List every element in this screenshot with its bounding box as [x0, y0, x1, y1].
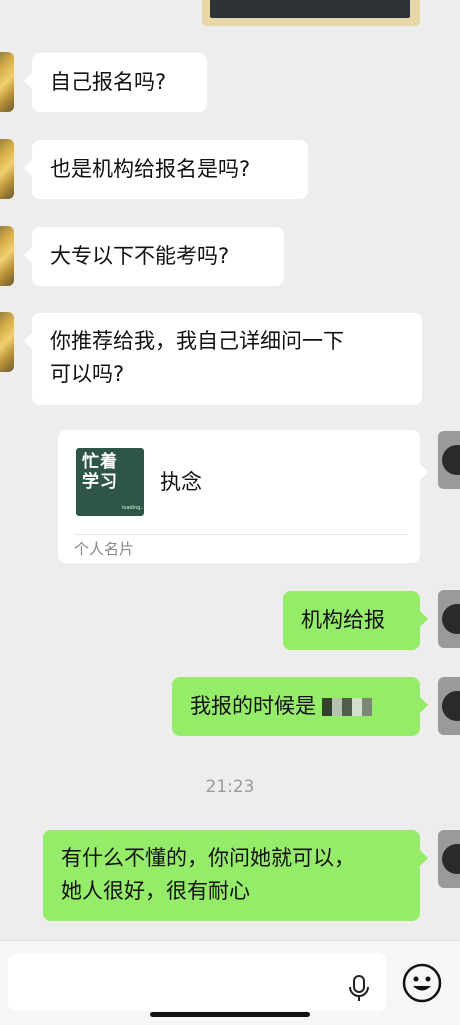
card-divider — [74, 534, 408, 535]
sent-message[interactable]: 我报的时候是 — [172, 677, 428, 736]
card-thumbnail-text: 忙着学习 — [82, 452, 118, 492]
contact-avatar[interactable] — [0, 52, 14, 112]
message-text: 可以吗? — [50, 362, 125, 386]
message-text: 自己报名吗? — [50, 70, 167, 94]
message-text: 机构给报 — [301, 608, 385, 632]
received-message[interactable]: 自己报名吗? — [24, 53, 207, 112]
message-text: 也是机构给报名是吗? — [50, 157, 251, 181]
contact-card[interactable]: 忙着学习 loading... 执念 个人名片 — [58, 430, 428, 563]
input-bar — [0, 940, 460, 1025]
received-message[interactable]: 你推荐给我，我自己详细问一下 可以吗? — [24, 313, 422, 405]
card-thumbnail-caption: loading... — [122, 505, 146, 511]
message-text: 我报的时候是 — [190, 694, 316, 718]
message-text: 大专以下不能考吗? — [50, 244, 230, 268]
card-type-label: 个人名片 — [74, 540, 135, 558]
message-input[interactable] — [8, 953, 386, 1011]
timestamp: 21:23 — [205, 777, 255, 797]
my-avatar[interactable] — [438, 431, 460, 489]
card-thumbnail: 忙着学习 loading... — [76, 448, 146, 516]
received-message[interactable]: 大专以下不能考吗? — [24, 227, 284, 286]
received-message[interactable]: 也是机构给报名是吗? — [24, 140, 308, 199]
image-message-content — [210, 0, 410, 18]
my-avatar[interactable] — [438, 677, 460, 735]
my-avatar[interactable] — [438, 590, 460, 648]
contact-avatar[interactable] — [0, 312, 14, 372]
message-text: 有什么不懂的，你问她就可以， — [61, 846, 355, 870]
sent-message[interactable]: 有什么不懂的，你问她就可以， 她人很好，很有耐心 — [43, 830, 428, 921]
home-indicator — [150, 1012, 310, 1017]
contact-avatar[interactable] — [0, 139, 14, 199]
emoji-icon[interactable] — [398, 959, 446, 1007]
redacted-mosaic — [322, 698, 372, 716]
contact-avatar[interactable] — [0, 226, 14, 286]
sent-message[interactable]: 机构给报 — [283, 591, 428, 650]
card-contact-name: 执念 — [160, 470, 202, 494]
message-text: 你推荐给我，我自己详细问一下 — [50, 329, 344, 353]
microphone-icon[interactable] — [342, 971, 376, 1005]
my-avatar[interactable] — [438, 830, 460, 888]
message-text: 她人很好，很有耐心 — [61, 879, 250, 903]
